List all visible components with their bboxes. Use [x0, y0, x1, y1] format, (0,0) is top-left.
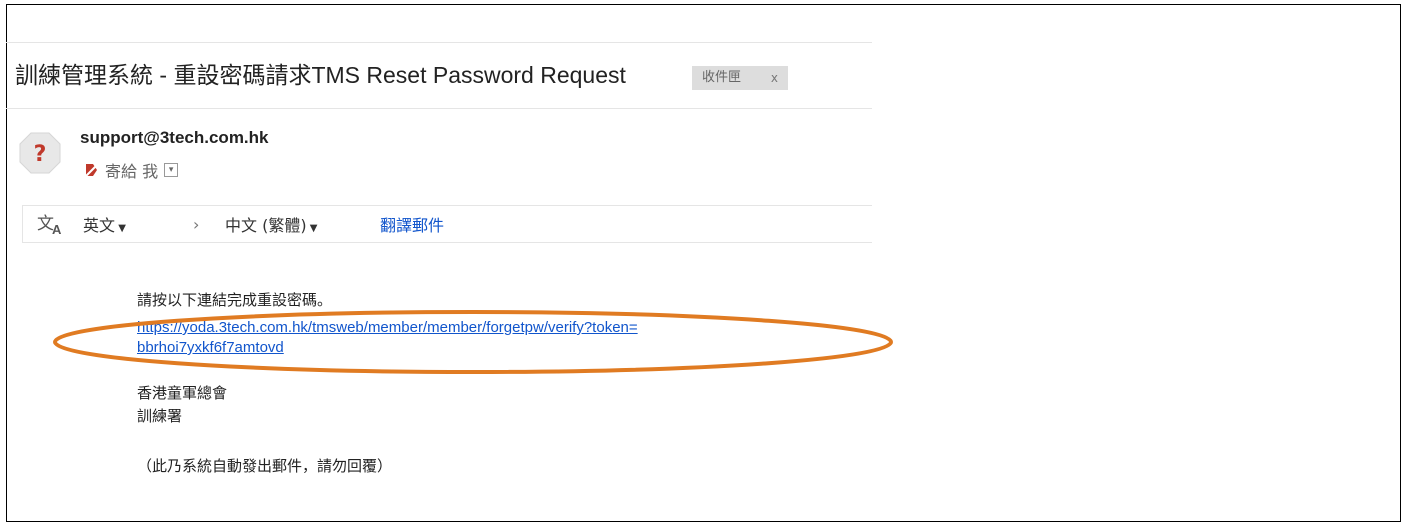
- arrow-icon: ›: [193, 214, 200, 234]
- recipient-text: 寄給 我: [105, 162, 159, 181]
- question-avatar-icon[interactable]: ?: [18, 131, 62, 175]
- svg-text:?: ?: [34, 142, 47, 167]
- translate-bar: 文 A 英文 ▼ › 中文 (繁體) ▼ 翻譯郵件: [22, 205, 872, 243]
- inbox-label: 收件匣: [702, 70, 742, 85]
- translate-icon: 文 A: [37, 214, 62, 235]
- source-dropdown-icon: ▼: [115, 223, 126, 234]
- important-marker-icon[interactable]: [84, 162, 99, 178]
- department-name: 訓練署: [137, 407, 183, 425]
- svg-text:A: A: [52, 222, 62, 235]
- source-language-select[interactable]: 英文 ▼: [83, 212, 126, 236]
- target-language-select[interactable]: 中文 (繁體) ▼: [225, 212, 317, 236]
- auto-reply-notice: （此乃系統自動發出郵件，請勿回覆）: [137, 457, 393, 475]
- translate-message-link[interactable]: 翻譯郵件: [380, 212, 444, 236]
- reset-link-line1: https://yoda.3tech.com.hk/tmsweb/member/…: [137, 319, 638, 336]
- email-view: 訓練管理系統 - 重設密碼請求TMS Reset Password Reques…: [6, 42, 872, 522]
- inbox-label-chip[interactable]: 收件匣 x: [692, 66, 788, 90]
- reset-instruction: 請按以下連結完成重設密碼。: [137, 291, 333, 309]
- sender-address: support@3tech.com.hk: [80, 128, 269, 147]
- reset-link-line2: bbrhoi7yxkf6f7amtovd: [137, 339, 284, 356]
- target-dropdown-icon: ▼: [306, 223, 318, 234]
- reset-password-link[interactable]: https://yoda.3tech.com.hk/tmsweb/member/…: [137, 318, 638, 358]
- details-dropdown-icon[interactable]: ▾: [164, 163, 179, 177]
- remove-label-icon[interactable]: x: [771, 66, 778, 90]
- organization-name: 香港童軍總會: [137, 384, 228, 402]
- target-language-label: 中文 (繁體): [225, 216, 307, 235]
- top-divider: [6, 42, 872, 43]
- subject-divider: [6, 108, 872, 109]
- source-language-label: 英文: [83, 216, 116, 235]
- email-subject: 訓練管理系統 - 重設密碼請求TMS Reset Password Reques…: [15, 62, 626, 88]
- recipient-row: 寄給 我 ▾: [84, 158, 179, 182]
